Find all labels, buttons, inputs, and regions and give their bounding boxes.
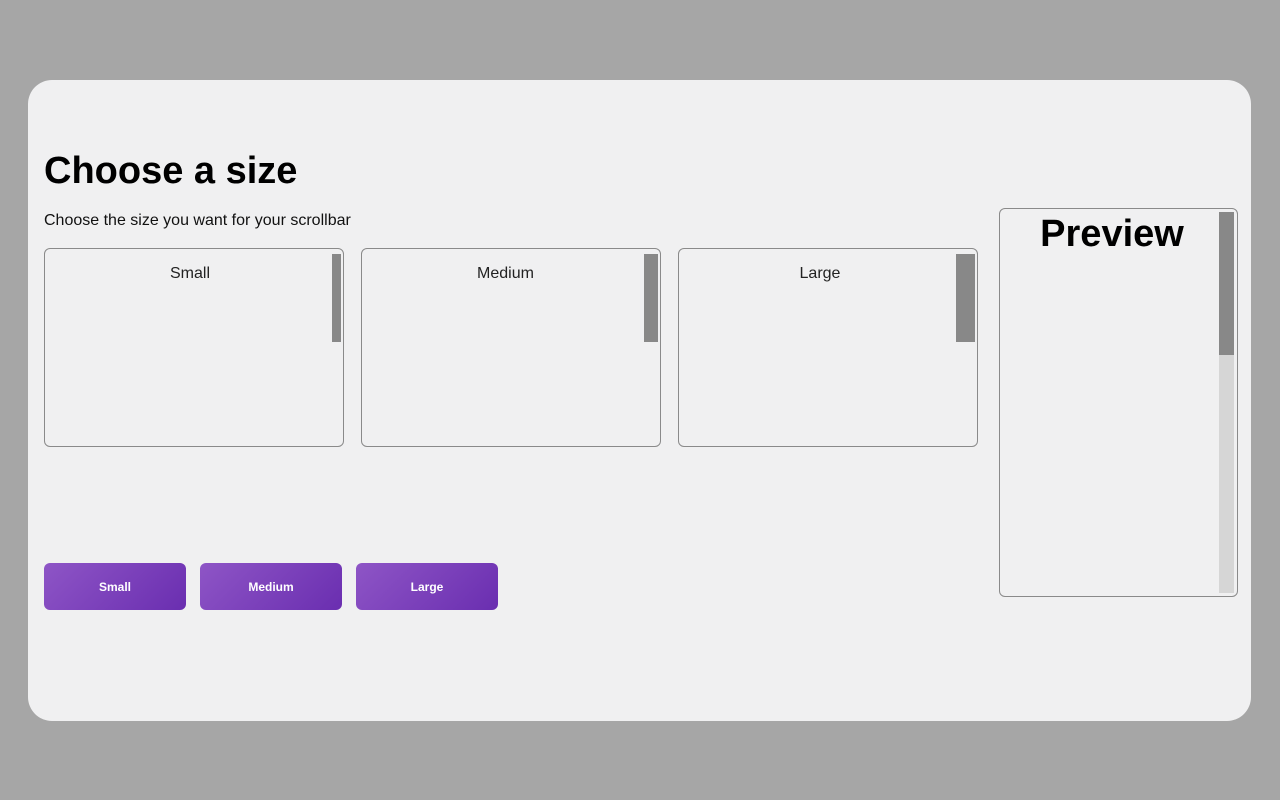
size-card-label: Small — [169, 265, 210, 282]
scrollbar-thumb-medium[interactable] — [644, 254, 658, 342]
size-card-label: Large — [799, 265, 841, 282]
preview-box[interactable]: Preview — [999, 208, 1238, 597]
small-button[interactable]: Small — [44, 563, 186, 610]
size-card-small[interactable]: Small — [44, 248, 344, 447]
medium-button[interactable]: Medium — [200, 563, 342, 610]
size-card-large[interactable]: Large — [678, 248, 978, 447]
page-title: Choose a size — [44, 150, 298, 192]
preview-scrollbar-thumb[interactable] — [1219, 212, 1234, 355]
large-button[interactable]: Large — [356, 563, 498, 610]
preview-title: Preview — [1040, 213, 1184, 255]
size-card-label: Medium — [477, 265, 534, 282]
scrollbar-thumb-small[interactable] — [332, 254, 341, 342]
size-chooser-panel: Choose a size Choose the size you want f… — [28, 80, 1251, 721]
preview-scrollbar-track[interactable] — [1219, 212, 1234, 593]
size-card-medium[interactable]: Medium — [361, 248, 661, 447]
scrollbar-thumb-large[interactable] — [956, 254, 975, 342]
page-subtitle: Choose the size you want for your scroll… — [44, 212, 351, 229]
